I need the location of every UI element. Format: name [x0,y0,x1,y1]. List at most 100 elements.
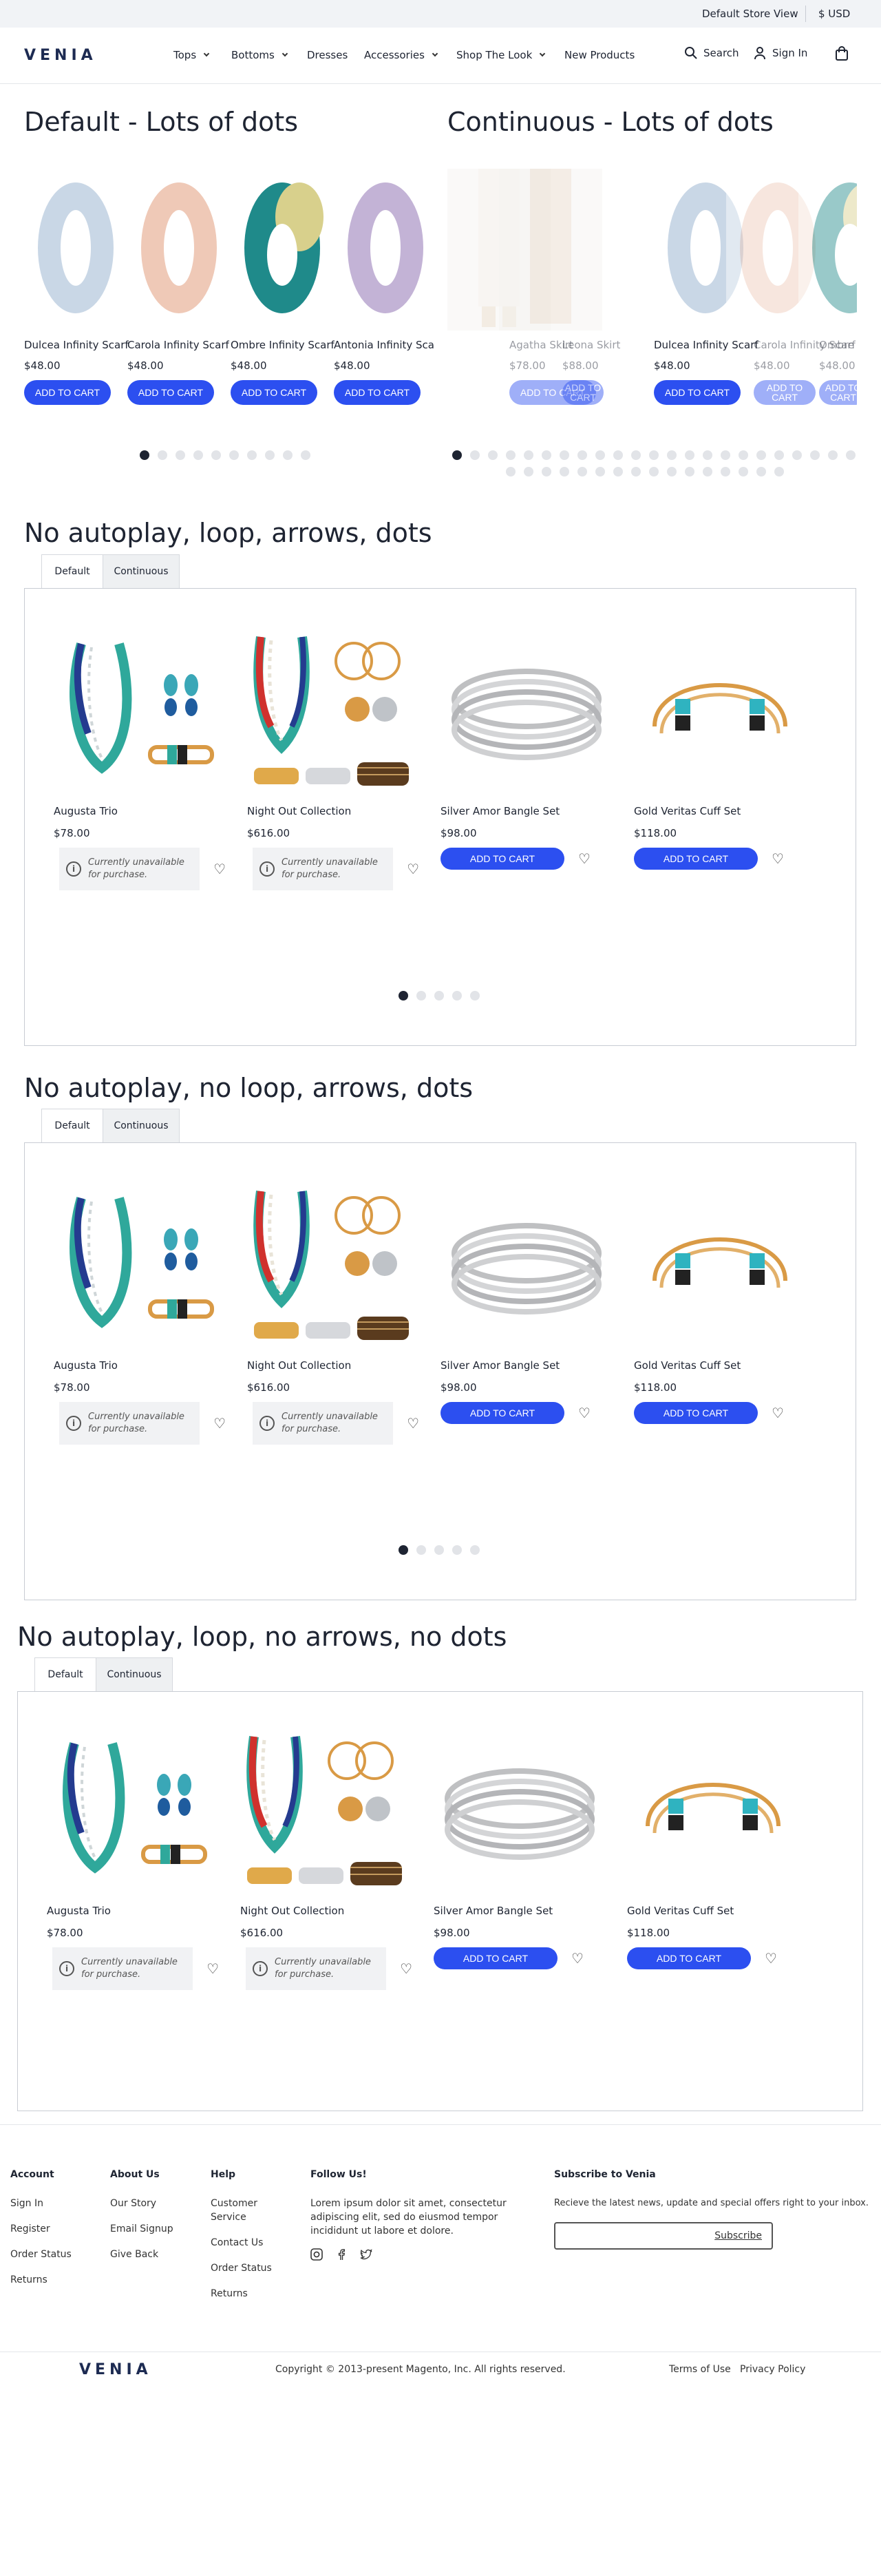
heart-icon[interactable]: ♡ [213,861,226,877]
footer-link[interactable]: Contact Us [211,2236,273,2250]
product-image[interactable] [634,630,806,795]
tab-default[interactable]: Default [34,1657,96,1692]
product-image[interactable] [127,169,231,331]
add-to-cart-button[interactable]: ADD TO CART [127,380,214,405]
carousel-dot[interactable] [649,450,659,460]
product-image[interactable] [54,630,226,795]
product-image[interactable] [54,1184,226,1350]
product-image[interactable] [240,1730,412,1895]
subscribe-button[interactable]: Subscribe [714,2229,762,2243]
product-name[interactable]: Night Out Collection [247,1359,419,1372]
add-to-cart-button[interactable]: ADD TO CART [334,380,421,405]
product-image[interactable] [247,1184,419,1350]
carousel-dot[interactable] [434,991,444,1001]
carousel-dot[interactable] [524,467,533,477]
nav-item-accessories[interactable]: Accessories [364,49,438,61]
add-to-cart-button[interactable]: ADD TO CART [634,1402,758,1424]
carousel-dot[interactable] [470,450,480,460]
carousel-dot[interactable] [595,450,605,460]
venia-logo[interactable]: VENIA [79,2361,152,2378]
tab-default[interactable]: Default [41,1109,103,1143]
carousel-dot[interactable] [560,467,569,477]
product-image[interactable] [247,630,419,795]
product-name[interactable]: Night Out Collection [240,1905,412,1917]
heart-icon[interactable]: ♡ [571,1950,584,1967]
carousel-dot[interactable] [774,467,784,477]
carousel-dot[interactable] [193,450,203,460]
carousel-dot[interactable] [211,450,221,460]
carousel-dot[interactable] [828,450,838,460]
footer-link[interactable]: Email Signup [110,2222,193,2236]
heart-icon[interactable]: ♡ [407,861,419,877]
add-to-cart-button[interactable]: ADD TO CART [562,380,604,405]
carousel-dot[interactable] [613,450,623,460]
heart-icon[interactable]: ♡ [400,1960,412,1977]
tab-continuous[interactable]: Continuous [103,1109,180,1143]
carousel-dot[interactable] [703,467,712,477]
footer-link[interactable]: Sign In [10,2197,93,2210]
product-image[interactable] [798,169,857,331]
heart-icon[interactable]: ♡ [206,1960,219,1977]
carousel-dot[interactable] [176,450,185,460]
product-name[interactable]: Ombre Infinity Scarf [231,339,335,351]
product-image[interactable] [334,169,434,331]
product-name[interactable]: Antonia Infinity Scarf [334,339,434,351]
carousel-dot[interactable] [774,450,784,460]
add-to-cart-button[interactable]: ADD TO CART [231,380,317,405]
footer-link[interactable]: Customer Service [211,2197,273,2224]
carousel-dot[interactable] [399,991,408,1001]
add-to-cart-button[interactable]: ADD TO CART [634,848,758,870]
cart-trigger[interactable] [834,46,849,61]
privacy-link[interactable]: Privacy Policy [740,2364,805,2375]
nav-item-shop-the-look[interactable]: Shop The Look [456,49,546,61]
carousel-dot[interactable] [667,467,677,477]
product-name[interactable]: Dulcea Infinity Scarf [24,339,129,351]
footer-link[interactable]: Give Back [110,2248,193,2261]
product-name[interactable]: Night Out Collection [247,805,419,817]
product-name[interactable]: Augusta Trio [54,805,226,817]
carousel-dot[interactable] [542,467,551,477]
product-name[interactable]: Augusta Trio [47,1905,219,1917]
carousel-dot[interactable] [452,1545,462,1555]
carousel-dot[interactable] [739,467,748,477]
heart-icon[interactable]: ♡ [772,850,784,867]
footer-link[interactable]: Order Status [10,2248,93,2261]
footer-link[interactable]: Order Status [211,2261,273,2275]
heart-icon[interactable]: ♡ [772,1405,784,1421]
nav-item-new-products[interactable]: New Products [564,49,635,61]
carousel-dot[interactable] [452,450,462,460]
add-to-cart-button[interactable]: ADD TO CART [819,380,857,405]
carousel-dot[interactable] [721,450,730,460]
carousel-dot[interactable] [506,467,516,477]
product-name[interactable]: Gold Veritas Cuff Set [634,1359,806,1372]
add-to-cart-button[interactable]: ADD TO CART [440,1402,564,1424]
carousel-dot[interactable] [810,450,820,460]
carousel-dot[interactable] [595,467,605,477]
carousel-dot[interactable] [283,450,293,460]
product-image[interactable] [499,169,602,331]
carousel-dot[interactable] [667,450,677,460]
add-to-cart-button[interactable]: ADD TO CART [440,848,564,870]
carousel-dot[interactable] [721,467,730,477]
carousel-dot[interactable] [434,1545,444,1555]
nav-item-bottoms[interactable]: Bottoms [231,49,288,61]
carousel-dot[interactable] [416,1545,426,1555]
carousel-dot[interactable] [577,450,587,460]
tab-continuous[interactable]: Continuous [96,1657,173,1692]
carousel-dot[interactable] [685,467,694,477]
carousel-dot[interactable] [613,467,623,477]
carousel-dot[interactable] [247,450,257,460]
footer-link[interactable]: Returns [211,2287,273,2301]
twitter-icon[interactable] [360,2248,372,2261]
heart-icon[interactable]: ♡ [407,1415,419,1432]
carousel-dot[interactable] [524,450,533,460]
carousel-dot[interactable] [140,450,149,460]
carousel-dot[interactable] [542,450,551,460]
product-image[interactable] [627,1730,799,1895]
product-image[interactable] [434,1730,606,1895]
carousel-dot[interactable] [470,991,480,1001]
carousel-dot[interactable] [265,450,275,460]
venia-logo[interactable]: VENIA [24,47,97,64]
heart-icon[interactable]: ♡ [213,1415,226,1432]
carousel-dot[interactable] [631,450,641,460]
